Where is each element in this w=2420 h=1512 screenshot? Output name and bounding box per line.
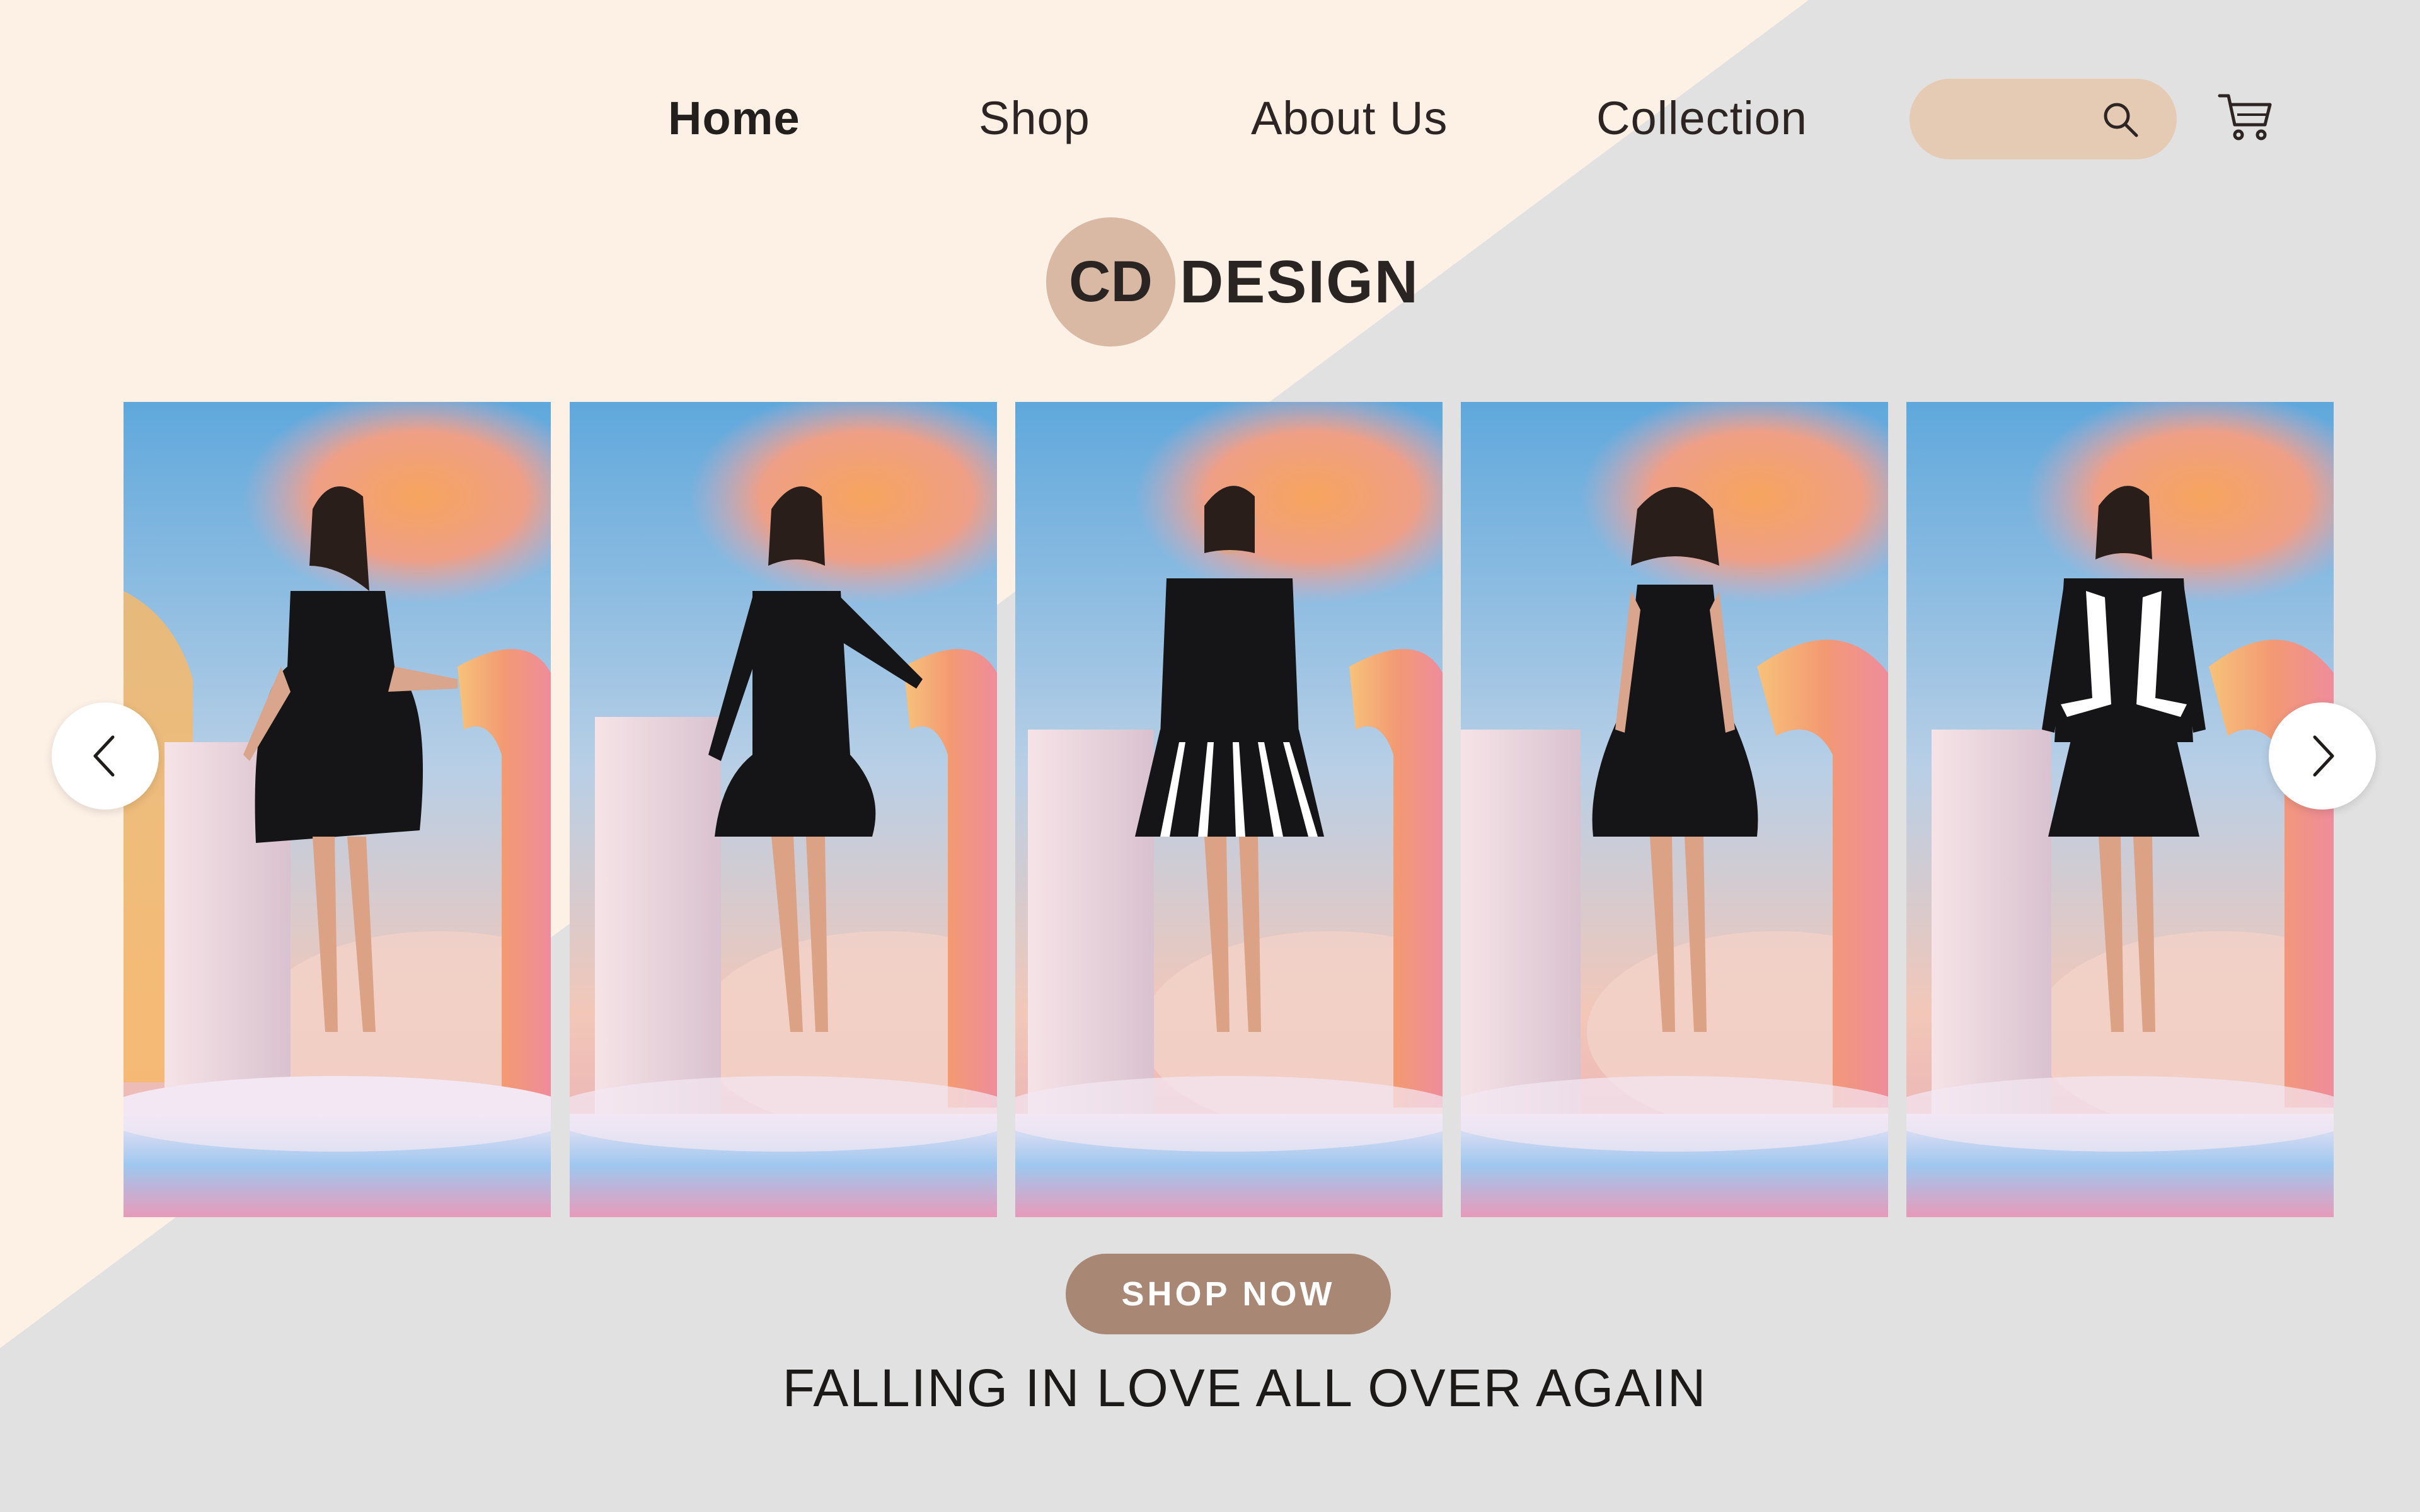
- carousel-slide[interactable]: [1461, 402, 1888, 1217]
- search-icon[interactable]: [2100, 99, 2140, 139]
- nav-item-shop[interactable]: Shop: [979, 91, 1090, 145]
- logo-initials: CD: [1069, 249, 1153, 314]
- carousel-prev-button[interactable]: [52, 702, 159, 810]
- outfit-photo: [124, 402, 551, 1217]
- outfit-photo: [570, 402, 997, 1217]
- shop-now-button[interactable]: SHOP NOW: [1066, 1254, 1391, 1334]
- carousel-slide[interactable]: [1906, 402, 2334, 1217]
- outfit-photo: [1461, 402, 1888, 1217]
- carousel-slide[interactable]: [570, 402, 997, 1217]
- nav-item-about-us[interactable]: About Us: [1251, 91, 1448, 145]
- search-bar[interactable]: [1910, 79, 2177, 159]
- outfit-photo: [1015, 402, 1443, 1217]
- cart-icon[interactable]: [2217, 88, 2274, 145]
- carousel-slide[interactable]: [124, 402, 551, 1217]
- chevron-left-icon: [93, 735, 115, 777]
- search-input[interactable]: [1935, 94, 2114, 146]
- nav-item-collection[interactable]: Collection: [1596, 91, 1807, 145]
- outfit-photo: [1906, 402, 2334, 1217]
- tagline: FALLING IN LOVE ALL OVER AGAIN: [782, 1358, 1707, 1418]
- chevron-right-icon: [2313, 735, 2334, 777]
- carousel-slide[interactable]: [1015, 402, 1443, 1217]
- carousel-next-button[interactable]: [2269, 702, 2376, 810]
- nav-item-home[interactable]: Home: [668, 91, 800, 145]
- logo-word: DESIGN: [1180, 248, 1420, 316]
